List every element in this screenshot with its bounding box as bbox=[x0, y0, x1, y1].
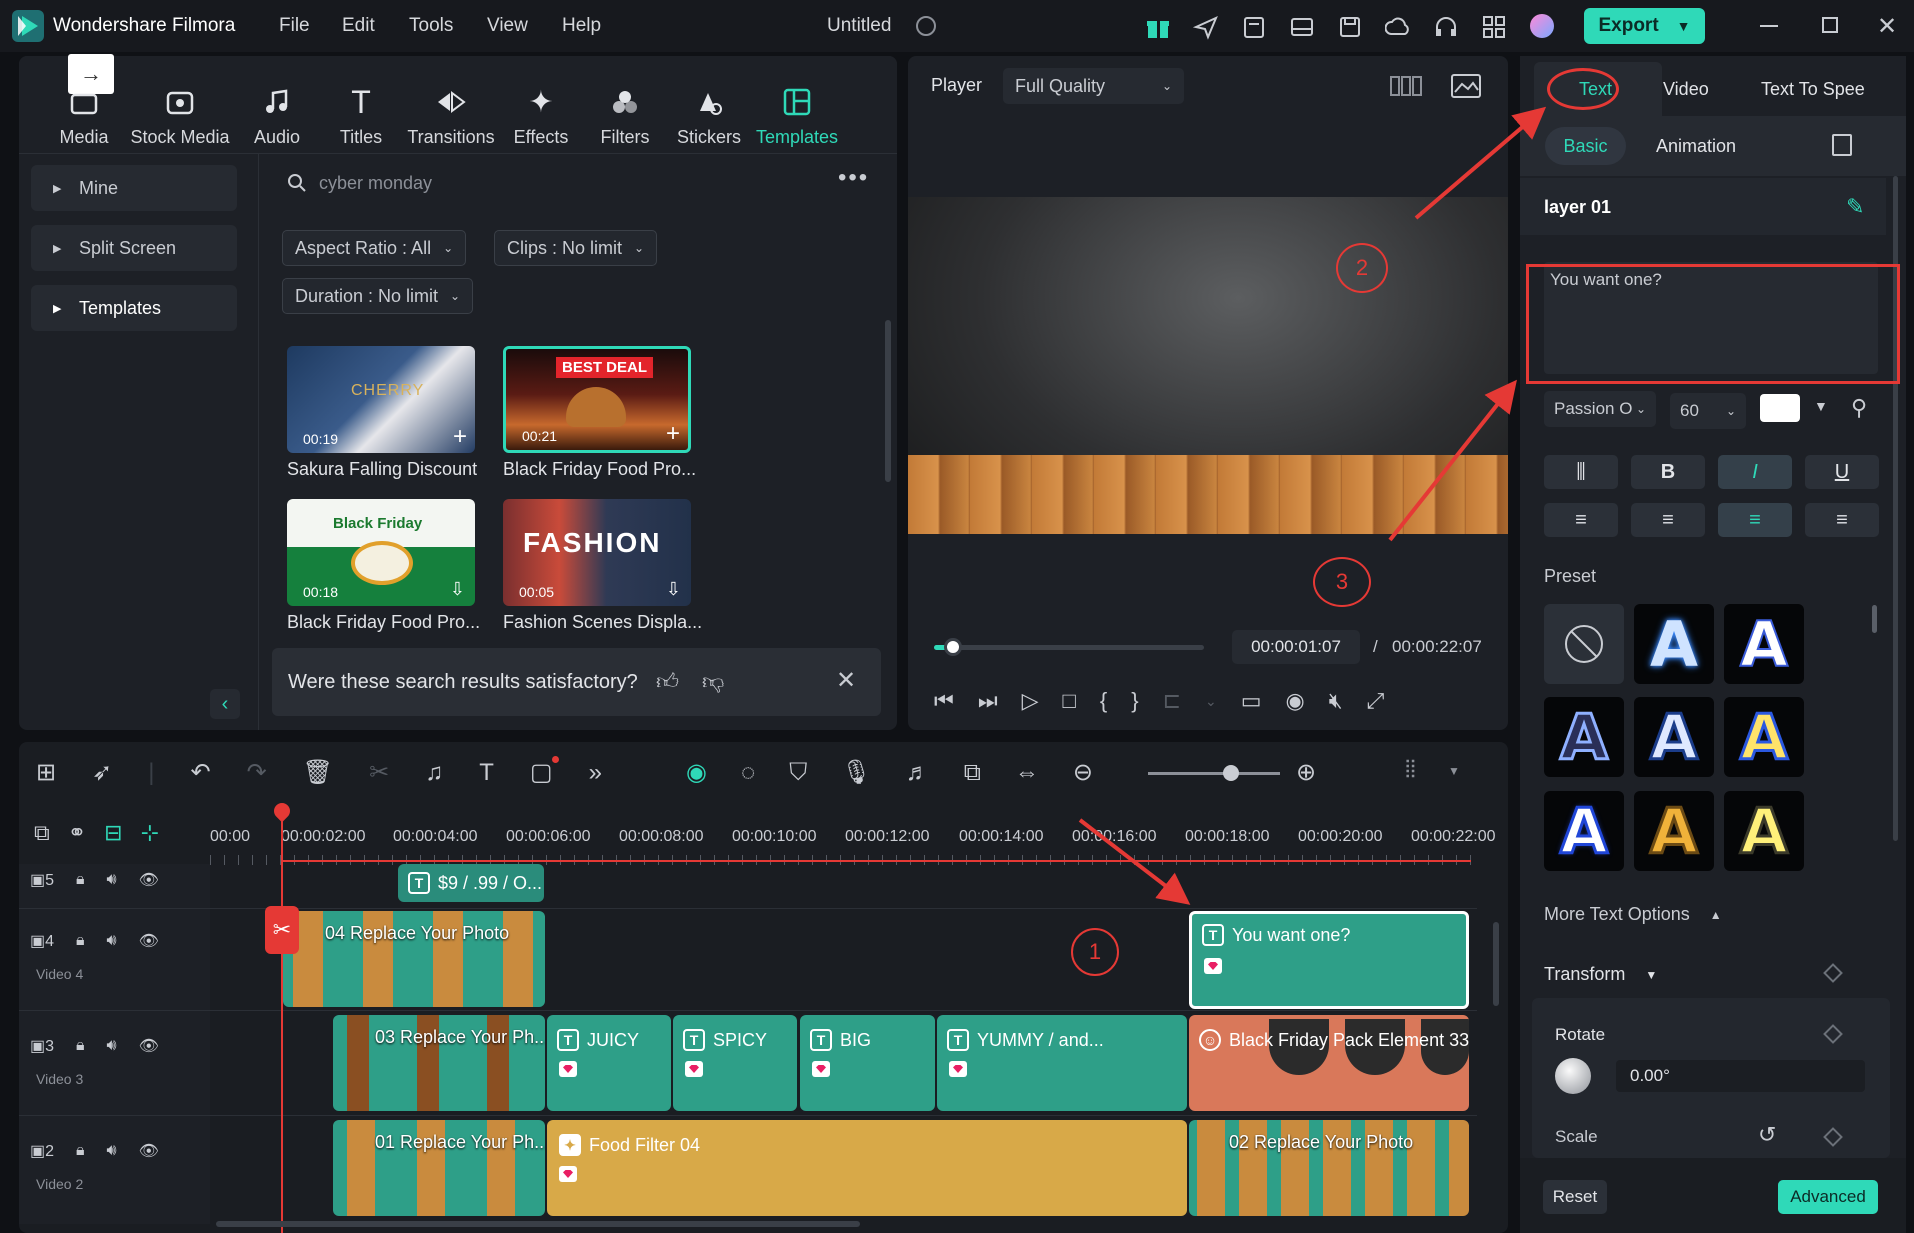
annotation-arrows bbox=[1078, 106, 1547, 905]
arrow-to-text-tab bbox=[1414, 106, 1547, 220]
arrow-to-text-clip bbox=[1078, 818, 1191, 905]
arrow-to-text-input bbox=[1388, 379, 1517, 542]
